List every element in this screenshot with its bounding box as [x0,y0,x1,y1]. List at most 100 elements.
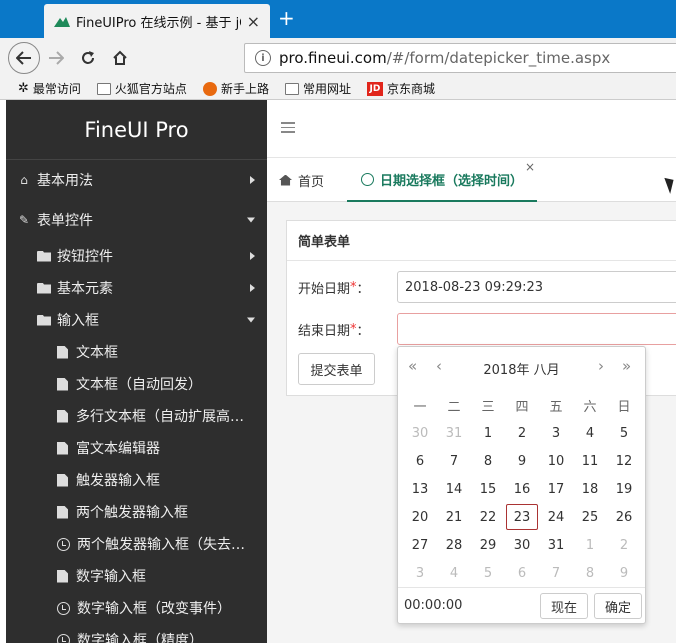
label-colon: ： [356,281,370,297]
calendar-day[interactable]: 16 [505,475,539,503]
start-date-input[interactable]: 2018-08-23 09:29:23 [397,271,676,303]
calendar-day[interactable]: 4 [437,559,471,587]
sidebar-item-textbox[interactable]: 文本框 [6,336,267,368]
panel-title: 简单表单 [287,221,676,261]
calendar-day[interactable]: 9 [607,559,641,587]
time-input[interactable]: 00:00:00 [404,598,462,613]
sidebar-item-two-trigger-box[interactable]: 两个触发器输入框 [6,496,267,528]
calendar-day[interactable]: 8 [573,559,607,587]
year-month-label[interactable]: 2018年 八月 [398,359,645,378]
calendar-day[interactable]: 7 [539,559,573,587]
bookmark-label: 最常访问 [32,82,81,96]
calendar-day[interactable]: 15 [471,475,505,503]
calendar-day[interactable]: 24 [539,503,573,531]
tab-home[interactable]: 首页 [279,158,324,202]
sidebar-item-label: 两个触发器输入框 [76,505,188,521]
bookmark-most-visited[interactable]: ✲ 最常访问 [18,80,81,97]
sidebar-item-textarea-autogrow[interactable]: 多行文本框（自动扩展高度） [6,400,267,432]
calendar-day[interactable]: 25 [573,503,607,531]
calendar-day[interactable]: 3 [403,559,437,587]
calendar-day[interactable]: 14 [437,475,471,503]
calendar-week-row: 3456789 [403,559,643,587]
bookmark-jd-mall[interactable]: JD 京东商城 [366,80,435,97]
calendar-day[interactable]: 22 [471,503,505,531]
sidebar-item-input-boxes[interactable]: 输入框 [6,304,267,336]
home-button[interactable] [104,42,136,74]
calendar-day[interactable]: 11 [573,447,607,475]
calendar-day[interactable]: 30 [403,419,437,447]
bookmark-label: 常用网址 [302,82,351,96]
calendar-day[interactable]: 6 [403,447,437,475]
calendar-day[interactable]: 12 [607,447,641,475]
calendar-day[interactable]: 7 [437,447,471,475]
sidebar-item-textbox-autopostback[interactable]: 文本框（自动回发） [6,368,267,400]
calendar-day[interactable]: 31 [539,531,573,559]
reload-button[interactable] [72,42,104,74]
new-tab-button[interactable]: + [278,6,295,30]
calendar-day[interactable]: 5 [471,559,505,587]
sidebar-item-number-precision[interactable]: 数字输入框（精度） [6,624,267,643]
next-month-button[interactable]: › [598,357,604,375]
calendar-day[interactable]: 27 [403,531,437,559]
submit-button[interactable]: 提交表单 [298,353,375,385]
calendar-day[interactable]: 9 [505,447,539,475]
calendar-day[interactable]: 4 [573,419,607,447]
next-year-button[interactable]: » [622,357,631,375]
tab-close-icon[interactable]: × [525,160,535,174]
sidebar-item-label: 输入框 [57,313,99,329]
gear-icon: ✲ [18,81,29,96]
calendar-day[interactable]: 28 [437,531,471,559]
calendar-day[interactable]: 2 [505,419,539,447]
sidebar-item-basic-elements[interactable]: 基本元素 [6,272,267,304]
menu-toggle-icon[interactable] [281,122,295,136]
calendar-day[interactable]: 30 [505,531,539,559]
calendar-day[interactable]: 20 [403,503,437,531]
calendar-day[interactable]: 13 [403,475,437,503]
calendar-day[interactable]: 5 [607,419,641,447]
document-icon [57,377,68,391]
bookmark-label: 京东商城 [386,82,435,96]
calendar-day[interactable]: 18 [573,475,607,503]
tab-datepicker-time[interactable]: 日期选择框（选择时间） × [347,158,538,202]
calendar-day[interactable]: 1 [573,531,607,559]
confirm-button[interactable]: 确定 [594,593,642,619]
sidebar-item-basic-usage[interactable]: ⌂ 基本用法 [6,160,267,200]
home-icon [279,174,292,186]
calendar-day[interactable]: 29 [471,531,505,559]
end-date-input[interactable] [397,313,676,345]
sidebar-item-label: 文本框（自动回发） [76,377,202,393]
sidebar-item-form-controls[interactable]: ✎ 表单控件 [6,200,267,240]
sidebar-item-label: 基本用法 [37,173,93,189]
sidebar-item-rich-editor[interactable]: 富文本编辑器 [6,432,267,464]
calendar-day[interactable]: 6 [505,559,539,587]
calendar-day[interactable]: 2 [607,531,641,559]
tab-close-icon[interactable]: × [247,12,260,31]
calendar-day[interactable]: 1 [471,419,505,447]
sidebar-item-trigger-box[interactable]: 触发器输入框 [6,464,267,496]
forward-button[interactable] [40,42,72,74]
datepicker-popup: « ‹ 2018年 八月 › » 一二三四五六日 30 31 1 2 3 4 5 6 7 8 9 10… [397,346,646,624]
calendar-day[interactable]: 19 [607,475,641,503]
calendar-day[interactable]: 3 [539,419,573,447]
bookmark-common-sites[interactable]: 常用网址 [284,80,351,97]
calendar-day[interactable]: 26 [607,503,641,531]
back-button[interactable] [8,42,40,74]
sidebar-item-number-box[interactable]: 数字输入框 [6,560,267,592]
calendar-day[interactable]: 17 [539,475,573,503]
bookmark-getting-started[interactable]: 新手上路 [202,80,269,97]
calendar-day[interactable]: 8 [471,447,505,475]
sidebar-item-number-change[interactable]: 数字输入框（改变事件） [6,592,267,624]
sidebar-item-button-controls[interactable]: 按钮控件 [6,240,267,272]
calendar-day[interactable]: 21 [437,503,471,531]
now-button[interactable]: 现在 [540,593,588,619]
calendar-day[interactable]: 31 [437,419,471,447]
calendar-day[interactable]: 10 [539,447,573,475]
sidebar-item-two-trigger-blur[interactable]: 两个触发器输入框（失去焦点） [6,528,267,560]
weekday-label: 五 [549,399,563,415]
bookmark-firefox-site[interactable]: 火狐官方站点 [96,80,187,97]
sidebar-item-label: 触发器输入框 [76,473,160,489]
site-info-icon[interactable]: i [255,50,271,66]
address-bar[interactable]: i pro.fineui.com/#/form/datepicker_time.… [244,43,676,73]
browser-tab[interactable]: FineUIPro 在线示例 - 基于 jQuery × [44,4,270,38]
calendar-day-selected[interactable]: 23 [506,504,538,530]
